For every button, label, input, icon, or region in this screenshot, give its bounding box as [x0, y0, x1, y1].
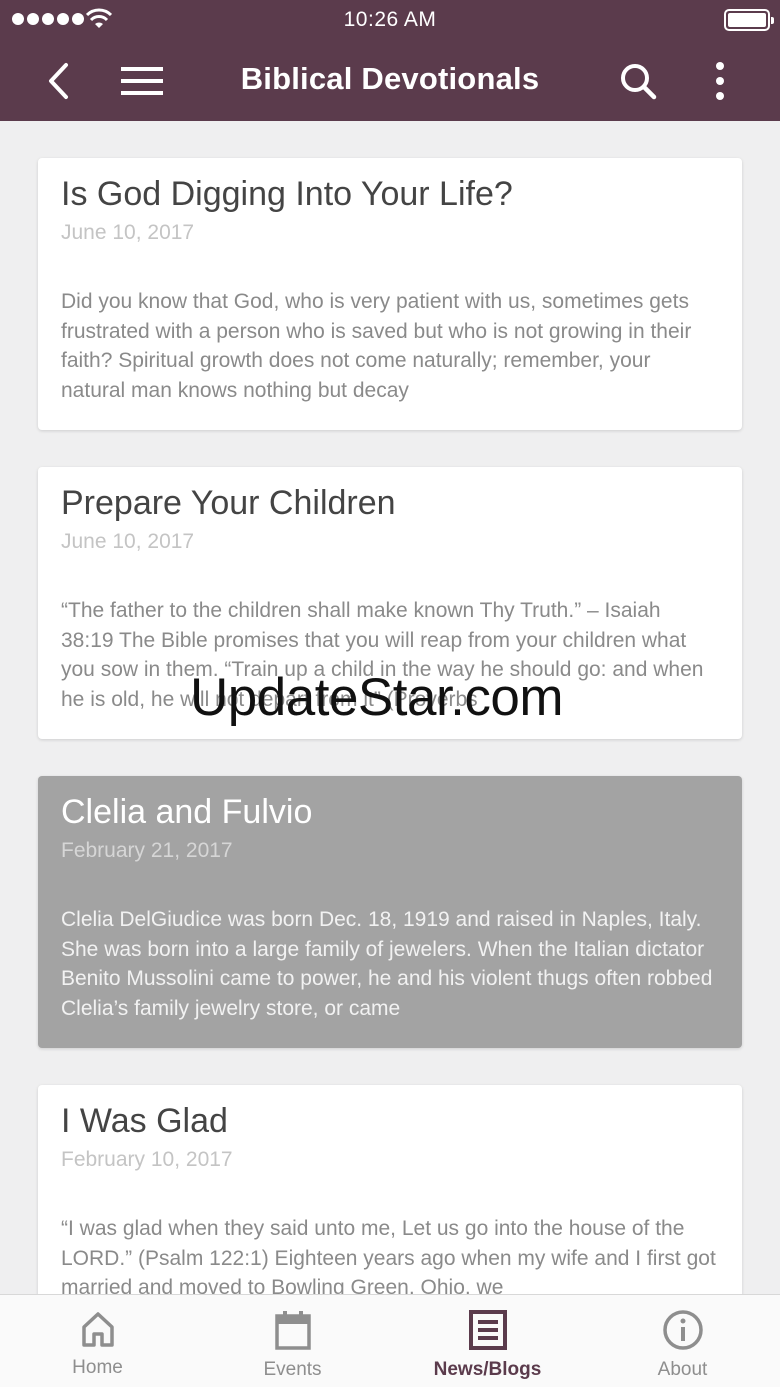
newspaper-icon [468, 1310, 507, 1350]
tab-label: Home [72, 1357, 123, 1378]
more-vertical-icon [716, 61, 724, 100]
tab-events[interactable]: Events [195, 1295, 390, 1387]
tab-label: Events [263, 1359, 322, 1380]
tab-news-blogs[interactable]: News/Blogs [390, 1295, 585, 1387]
search-icon [621, 63, 657, 99]
post-list: Is God Digging Into Your Life? June 10, … [38, 158, 742, 1387]
post-title: Is God Digging Into Your Life? [61, 175, 513, 213]
tab-bar: Home Events News/Blogs About [0, 1294, 780, 1387]
app-bar: Biblical Devotionals [0, 40, 780, 121]
info-icon [662, 1310, 703, 1350]
watermark: UpdateStar.com [190, 668, 564, 727]
home-icon [81, 1312, 114, 1347]
status-time: 10:26 AM [343, 8, 437, 31]
post-excerpt: Clelia DelGiudice was born Dec. 18, 1919… [61, 905, 718, 1023]
page-title: Biblical Devotionals [240, 61, 540, 96]
post-date: February 10, 2017 [61, 1148, 233, 1171]
post-card[interactable]: Is God Digging Into Your Life? June 10, … [38, 158, 742, 430]
more-options-button[interactable] [698, 40, 742, 121]
tab-home[interactable]: Home [0, 1295, 195, 1387]
post-date: June 10, 2017 [61, 221, 195, 244]
tab-about[interactable]: About [585, 1295, 780, 1387]
post-excerpt: Did you know that God, who is very patie… [61, 287, 718, 405]
tab-label: News/Blogs [433, 1359, 542, 1380]
post-date: June 10, 2017 [61, 530, 195, 553]
post-card-selected[interactable]: Clelia and Fulvio February 21, 2017 Clel… [38, 776, 742, 1048]
calendar-icon [274, 1311, 311, 1350]
post-title: Clelia and Fulvio [61, 793, 313, 831]
status-bar: 10:26 AM [0, 0, 780, 40]
post-title: I Was Glad [61, 1102, 228, 1140]
post-date: February 21, 2017 [61, 839, 233, 862]
tab-label: About [657, 1359, 708, 1380]
battery-icon [724, 9, 774, 31]
search-button[interactable] [614, 40, 662, 121]
post-title: Prepare Your Children [61, 484, 396, 522]
